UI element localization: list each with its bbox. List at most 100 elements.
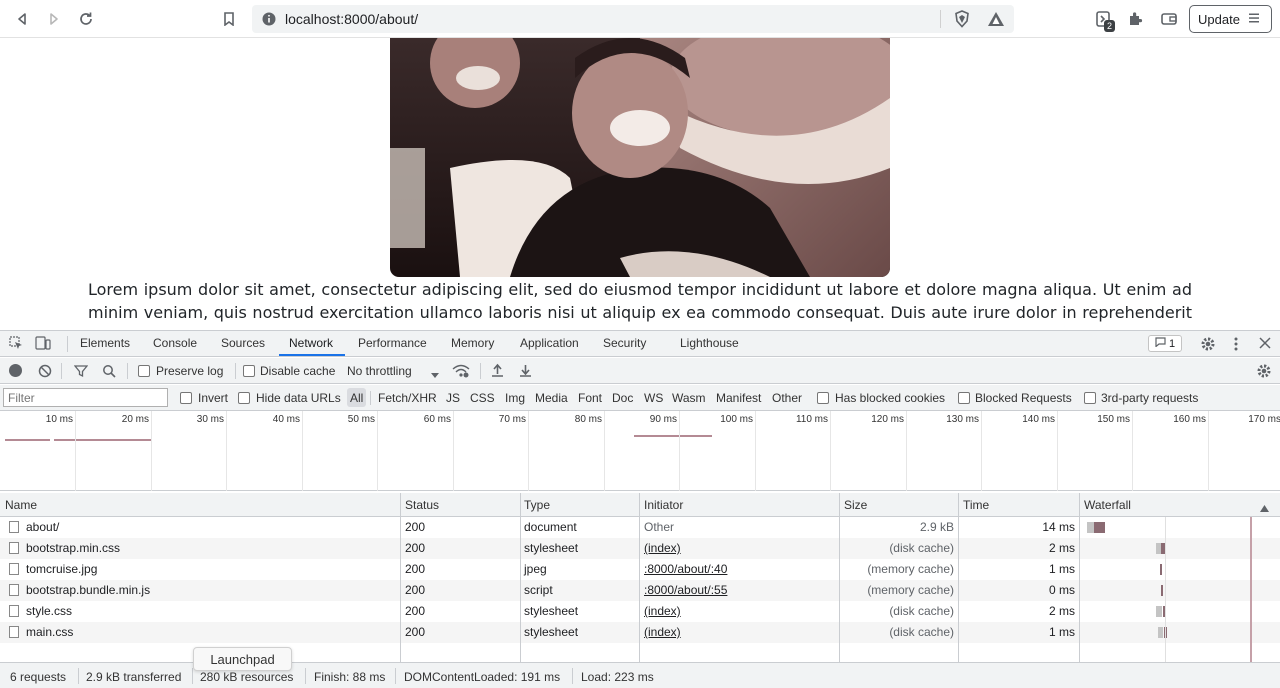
- timeline-overview[interactable]: 10 ms 20 ms 30 ms 40 ms 50 ms 60 ms 70 ms 80 ms…: [0, 411, 1280, 491]
- filter-icon[interactable]: [73, 364, 89, 381]
- toolbar-divider: [480, 363, 481, 379]
- address-bar[interactable]: localhost:8000/about/: [252, 5, 1014, 33]
- inspect-element-icon[interactable]: [9, 336, 23, 353]
- brave-shield-icon[interactable]: [953, 10, 971, 31]
- filter-css[interactable]: CSS: [470, 391, 495, 405]
- site-info-icon[interactable]: [261, 11, 277, 30]
- overview-gridline: [302, 411, 303, 491]
- throttling-select[interactable]: No throttling: [347, 364, 412, 378]
- has-blocked-cookies-checkbox[interactable]: [817, 392, 829, 404]
- request-initiator[interactable]: :8000/about/:40: [644, 562, 727, 576]
- table-row[interactable]: bootstrap.min.css 200 stylesheet (index) (di…: [0, 538, 1280, 559]
- issues-button[interactable]: 1: [1148, 335, 1182, 352]
- column-divider: [400, 493, 401, 662]
- export-har-icon[interactable]: [519, 363, 532, 380]
- filter-doc[interactable]: Doc: [612, 391, 633, 405]
- table-row[interactable]: style.css 200 stylesheet (index) (disk cache…: [0, 601, 1280, 622]
- page-content: Lorem ipsum dolor sit amet, consectetur …: [0, 38, 1280, 330]
- request-status: 200: [405, 562, 426, 576]
- header-type[interactable]: Type: [524, 498, 550, 512]
- tab-elements[interactable]: Elements: [80, 336, 130, 350]
- request-initiator[interactable]: :8000/about/:55: [644, 583, 727, 597]
- blocked-requests-checkbox[interactable]: [958, 392, 970, 404]
- wallet-icon[interactable]: [1158, 8, 1180, 30]
- tab-sources[interactable]: Sources: [221, 336, 265, 350]
- tab-console[interactable]: Console: [153, 336, 197, 350]
- filter-wasm[interactable]: Wasm: [672, 391, 706, 405]
- filter-other[interactable]: Other: [772, 391, 802, 405]
- launchpad-tooltip: Launchpad: [193, 647, 292, 671]
- overview-tick-label: 130 ms: [946, 414, 979, 425]
- header-waterfall[interactable]: Waterfall: [1084, 498, 1131, 512]
- overview-gridline: [151, 411, 152, 491]
- settings-gear-icon[interactable]: [1200, 336, 1216, 355]
- tab-lighthouse[interactable]: Lighthouse: [680, 336, 739, 350]
- header-time[interactable]: Time: [963, 498, 989, 512]
- record-icon[interactable]: [9, 364, 22, 377]
- reload-icon[interactable]: [75, 8, 97, 30]
- request-initiator[interactable]: (index): [644, 604, 681, 618]
- hero-image: [390, 38, 890, 277]
- table-row[interactable]: about/200 document Other 2.9 kB 14 ms: [0, 517, 1280, 538]
- table-row[interactable]: tomcruise.jpg 200 jpeg:8000/about/:40 (memo…: [0, 559, 1280, 580]
- table-row[interactable]: bootstrap.bundle.min.js 200 script:8000/ab…: [0, 580, 1280, 601]
- forward-icon[interactable]: [43, 8, 65, 30]
- filter-media[interactable]: Media: [535, 391, 568, 405]
- waterfall-grid-line: [1165, 517, 1166, 662]
- filter-all[interactable]: All: [350, 391, 363, 405]
- request-size: (disk cache): [889, 604, 954, 618]
- bookmark-icon[interactable]: [218, 8, 240, 30]
- overview-tick-label: 80 ms: [574, 414, 602, 425]
- sort-up-icon[interactable]: [1260, 501, 1269, 515]
- filter-js[interactable]: JS: [446, 391, 460, 405]
- tab-application[interactable]: Application: [520, 336, 579, 350]
- network-settings-icon[interactable]: [1256, 363, 1272, 382]
- search-icon[interactable]: [102, 364, 116, 381]
- filter-input[interactable]: [3, 388, 168, 407]
- tab-performance[interactable]: Performance: [358, 336, 427, 350]
- import-har-icon[interactable]: [491, 363, 504, 380]
- filter-ws[interactable]: WS: [644, 391, 663, 405]
- header-status[interactable]: Status: [405, 498, 439, 512]
- back-icon[interactable]: [11, 8, 33, 30]
- header-size[interactable]: Size: [844, 498, 867, 512]
- request-initiator[interactable]: (index): [644, 625, 681, 639]
- header-initiator[interactable]: Initiator: [644, 498, 683, 512]
- third-party-checkbox[interactable]: [1084, 392, 1096, 404]
- device-toolbar-icon[interactable]: [35, 336, 51, 353]
- overview-gridline: [1208, 411, 1209, 491]
- request-initiator[interactable]: (index): [644, 541, 681, 555]
- disable-cache-checkbox[interactable]: [243, 365, 255, 377]
- hide-data-urls-checkbox[interactable]: [238, 392, 250, 404]
- toolbar-divider: [61, 363, 62, 379]
- preserve-log-checkbox[interactable]: [138, 365, 150, 377]
- hide-data-urls-label: Hide data URLs: [256, 391, 341, 405]
- close-devtools-icon[interactable]: [1259, 337, 1271, 352]
- filter-img[interactable]: Img: [505, 391, 525, 405]
- clear-icon[interactable]: [38, 364, 52, 381]
- network-conditions-icon[interactable]: [452, 363, 470, 382]
- waterfall-bar: [1094, 522, 1105, 533]
- extensions-icon[interactable]: [1124, 8, 1146, 30]
- overview-gridline: [75, 411, 76, 491]
- overview-gridline: [755, 411, 756, 491]
- request-count: 6 requests: [10, 670, 67, 684]
- more-options-icon[interactable]: [1234, 336, 1238, 355]
- update-button[interactable]: Update: [1189, 5, 1272, 33]
- file-icon: [9, 626, 19, 638]
- tab-security[interactable]: Security: [603, 336, 646, 350]
- rewards-icon[interactable]: [987, 11, 1005, 30]
- request-time: 0 ms: [1048, 583, 1075, 597]
- filter-manifest[interactable]: Manifest: [716, 391, 761, 405]
- tab-network[interactable]: Network: [289, 336, 333, 350]
- header-name[interactable]: Name: [5, 498, 37, 512]
- invert-checkbox[interactable]: [180, 392, 192, 404]
- filter-fetch-xhr[interactable]: Fetch/XHR: [378, 391, 437, 405]
- network-toolbar: Preserve log Disable cache No throttling: [0, 358, 1280, 384]
- table-row[interactable]: main.css 200 stylesheet (index) (disk cache)…: [0, 622, 1280, 643]
- overview-tick-label: 110 ms: [795, 414, 828, 425]
- filter-font[interactable]: Font: [578, 391, 602, 405]
- tab-memory[interactable]: Memory: [451, 336, 494, 350]
- file-icon: [9, 521, 19, 533]
- request-type: stylesheet: [524, 625, 579, 639]
